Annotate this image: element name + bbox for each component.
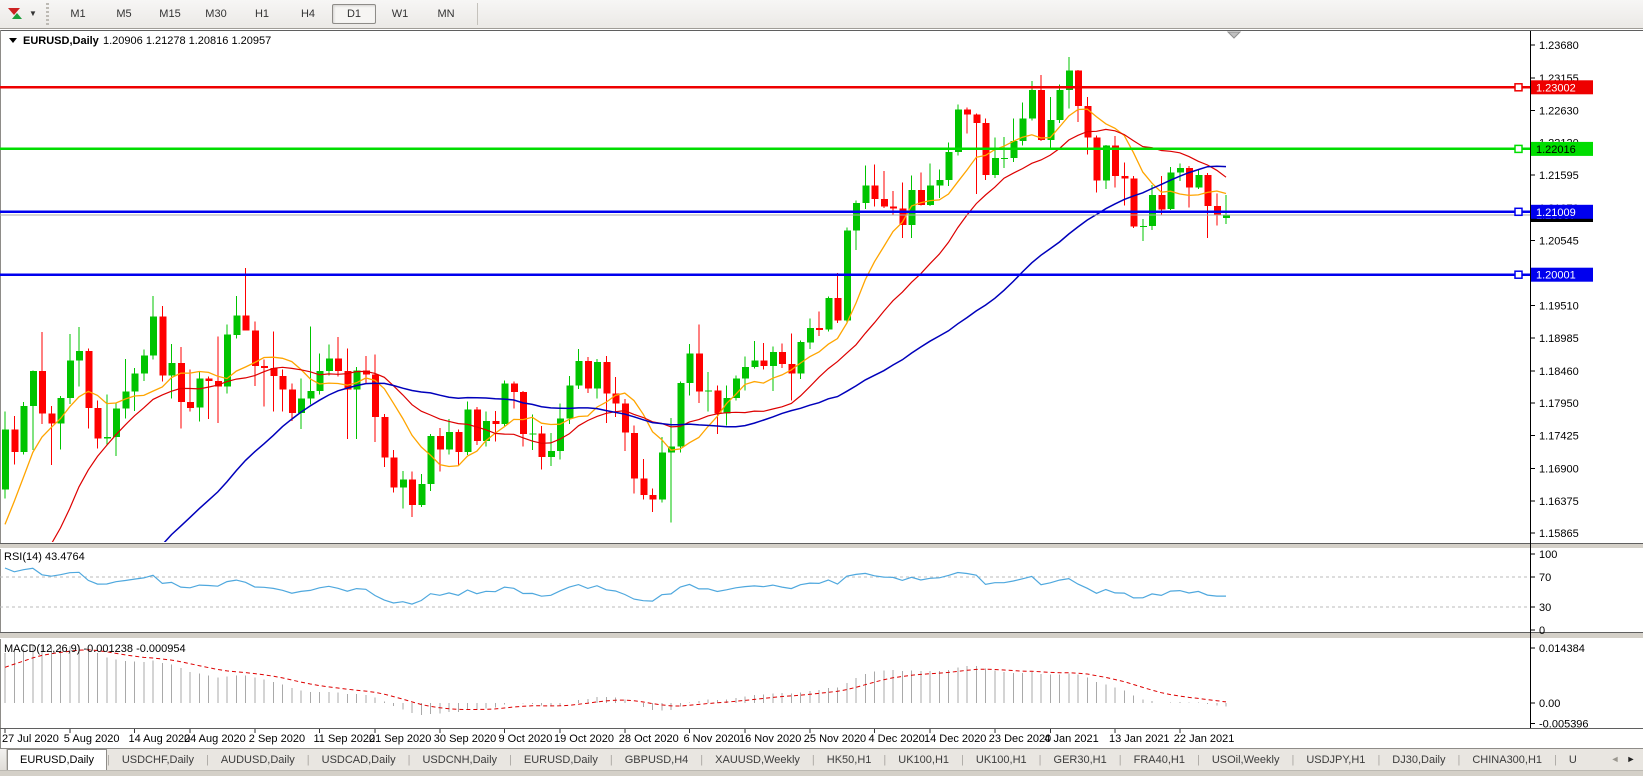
hline-handle[interactable] xyxy=(1515,208,1522,215)
timeframe-button-m5[interactable]: M5 xyxy=(102,4,146,24)
macd-tick-label: 0.00 xyxy=(1539,698,1560,710)
chart-tab-usdcnh-daily[interactable]: USDCNH,Daily xyxy=(410,751,509,770)
svg-text:1.22016: 1.22016 xyxy=(1536,144,1576,156)
price-tick-label: 1.22630 xyxy=(1539,106,1579,118)
chart-tab-fra40-h1[interactable]: FRA40,H1 xyxy=(1122,751,1197,770)
price-tick-label: 1.18985 xyxy=(1539,333,1579,345)
timeframe-button-mn[interactable]: MN xyxy=(424,4,468,24)
date-tick-label: 25 Nov 2020 xyxy=(804,733,866,745)
price-tick-label: 1.23680 xyxy=(1539,40,1579,52)
date-tick-label: 14 Dec 2020 xyxy=(924,733,986,745)
chevron-down-icon[interactable]: ▼ xyxy=(26,5,40,23)
status-strip xyxy=(0,770,1643,776)
toolbar-drag-handle[interactable] xyxy=(44,3,51,25)
timeframe-button-h4[interactable]: H4 xyxy=(286,4,330,24)
hline-handle[interactable] xyxy=(1515,84,1522,91)
date-tick-label: 27 Jul 2020 xyxy=(2,733,59,745)
date-tick-label: 24 Aug 2020 xyxy=(184,733,246,745)
price-tick-label: 1.17425 xyxy=(1539,431,1579,443)
toolbar: ▼ M1M5M15M30H1H4D1W1MN xyxy=(0,0,1643,29)
chart-tab-bar: EURUSD,Daily|USDCHF,Daily|AUDUSD,Daily|U… xyxy=(0,748,1643,770)
chart-tab-usoil-weekly[interactable]: USOil,Weekly xyxy=(1200,751,1292,770)
chart-tab-eurusd-daily[interactable]: EURUSD,Daily xyxy=(7,749,107,770)
chart-tab-hk50-h1[interactable]: HK50,H1 xyxy=(815,751,884,770)
chart-tab-u[interactable]: U xyxy=(1557,751,1589,770)
rsi-label: RSI(14) 43.4764 xyxy=(4,551,85,563)
svg-text:1.20906 1.21278 1.20816 1.2095: 1.20906 1.21278 1.20816 1.20957 xyxy=(103,35,271,47)
price-tick-label: 1.21595 xyxy=(1539,170,1579,182)
chart-tab-uk100-h1[interactable]: UK100,H1 xyxy=(886,751,961,770)
timeframe-button-m1[interactable]: M1 xyxy=(56,4,100,24)
tab-scroll-buttons: ◄► xyxy=(1607,749,1643,770)
date-tick-label: 9 Oct 2020 xyxy=(499,733,553,745)
price-chart[interactable]: RSI(14) 43.4764 MACD(12,26,9) -0.001238 -… xyxy=(0,0,1643,776)
date-tick-label: 11 Sep 2020 xyxy=(314,733,376,745)
tabs-scroll-right-button[interactable]: ► xyxy=(1623,752,1639,768)
mt4-window: RSI(14) 43.4764 MACD(12,26,9) -0.001238 -… xyxy=(0,0,1643,776)
rsi-tick-label: 70 xyxy=(1539,572,1551,584)
macd-tick-label: 0.014384 xyxy=(1539,643,1585,655)
date-tick-label: 4 Dec 2020 xyxy=(869,733,925,745)
price-tick-label: 1.15865 xyxy=(1539,528,1579,540)
chart-tab-xauusd-weekly[interactable]: XAUUSD,Weekly xyxy=(703,751,812,770)
timeframe-button-w1[interactable]: W1 xyxy=(378,4,422,24)
chart-switch-icon[interactable] xyxy=(6,5,26,23)
svg-text:1.21009: 1.21009 xyxy=(1536,207,1576,219)
date-tick-label: 28 Oct 2020 xyxy=(619,733,679,745)
green-arrow-glyph xyxy=(12,13,22,19)
date-tick-label: 16 Nov 2020 xyxy=(739,733,801,745)
price-tick-label: 1.20545 xyxy=(1539,236,1579,248)
price-tick-label: 1.19510 xyxy=(1539,300,1579,312)
date-tick-label: 21 Sep 2020 xyxy=(369,733,431,745)
date-tick-label: 5 Aug 2020 xyxy=(64,733,120,745)
rsi-tick-label: 30 xyxy=(1539,602,1551,614)
hline-handle[interactable] xyxy=(1515,271,1522,278)
date-tick-label: 13 Jan 2021 xyxy=(1109,733,1170,745)
macd-tick-label: -0.005396 xyxy=(1539,719,1589,731)
toolbar-divider xyxy=(477,3,478,25)
date-tick-label: 30 Sep 2020 xyxy=(434,733,496,745)
chart-tab-china300-h1[interactable]: CHINA300,H1 xyxy=(1460,751,1554,770)
timeframe-button-h1[interactable]: H1 xyxy=(240,4,284,24)
price-tick-label: 1.18460 xyxy=(1539,366,1579,378)
tabs-scroll-left-button[interactable]: ◄ xyxy=(1607,752,1623,768)
chart-tab-uk100-h1[interactable]: UK100,H1 xyxy=(964,751,1039,770)
timeframe-button-d1[interactable]: D1 xyxy=(332,4,376,24)
chart-tab-audusd-daily[interactable]: AUDUSD,Daily xyxy=(209,751,307,770)
date-tick-label: 14 Aug 2020 xyxy=(129,733,191,745)
macd-label: MACD(12,26,9) -0.001238 -0.000954 xyxy=(4,643,186,655)
chart-title: EURUSD,Daily1.20906 1.21278 1.20816 1.20… xyxy=(9,35,271,47)
timeframe-buttons: M1M5M15M30H1H4D1W1MN xyxy=(55,4,469,24)
svg-text:1.23002: 1.23002 xyxy=(1536,82,1576,94)
price-tick-label: 1.16375 xyxy=(1539,496,1579,508)
timeframe-button-m30[interactable]: M30 xyxy=(194,4,238,24)
rsi-tick-label: 0 xyxy=(1539,625,1545,637)
date-tick-label: 2 Sep 2020 xyxy=(249,733,305,745)
chart-tab-gbpusd-h4[interactable]: GBPUSD,H4 xyxy=(613,751,701,770)
chart-tab-eurusd-daily[interactable]: EURUSD,Daily xyxy=(512,751,610,770)
date-tick-label: 19 Oct 2020 xyxy=(554,733,614,745)
date-tick-label: 4 Jan 2021 xyxy=(1044,733,1098,745)
hline-handle[interactable] xyxy=(1515,145,1522,152)
date-tick-label: 23 Dec 2020 xyxy=(989,733,1051,745)
svg-text:EURUSD,Daily: EURUSD,Daily xyxy=(23,35,100,47)
chart-tab-usdchf-daily[interactable]: USDCHF,Daily xyxy=(110,751,206,770)
chart-tab-dj30-daily[interactable]: DJ30,Daily xyxy=(1380,751,1457,770)
chart-tab-ger30-h1[interactable]: GER30,H1 xyxy=(1042,751,1119,770)
chart-tab-usdcad-daily[interactable]: USDCAD,Daily xyxy=(310,751,408,770)
rsi-tick-label: 100 xyxy=(1539,549,1557,561)
date-tick-label: 22 Jan 2021 xyxy=(1174,733,1235,745)
chart-background xyxy=(0,0,1643,776)
chart-tab-usdjpy-h1[interactable]: USDJPY,H1 xyxy=(1294,751,1377,770)
price-tick-label: 1.16900 xyxy=(1539,463,1579,475)
svg-text:1.20001: 1.20001 xyxy=(1536,270,1576,282)
price-tick-label: 1.17950 xyxy=(1539,398,1579,410)
date-tick-label: 6 Nov 2020 xyxy=(684,733,740,745)
timeframe-button-m15[interactable]: M15 xyxy=(148,4,192,24)
tabbar-grip xyxy=(0,749,7,770)
